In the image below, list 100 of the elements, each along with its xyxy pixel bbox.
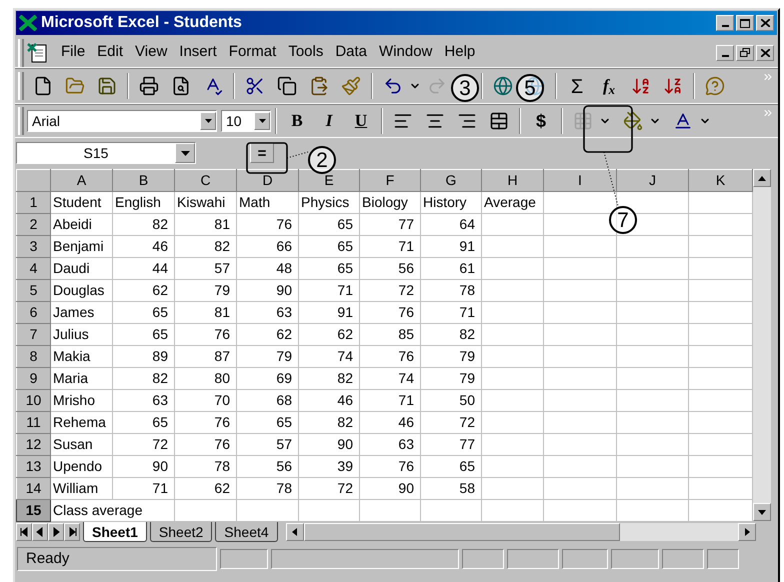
- column-header[interactable]: G: [420, 170, 482, 192]
- scroll-left-button[interactable]: [286, 523, 304, 541]
- menu-item[interactable]: Tools: [282, 41, 330, 64]
- row-header[interactable]: 3: [16, 236, 50, 258]
- tab-scroll-button[interactable]: [32, 523, 48, 541]
- table-cell: Maria: [53, 370, 88, 386]
- table-cell: 77: [398, 216, 414, 232]
- currency-button[interactable]: $: [525, 107, 557, 135]
- column-header[interactable]: K: [688, 170, 752, 192]
- column-header[interactable]: I: [544, 170, 616, 192]
- window-title: Microsoft Excel - Students: [41, 13, 243, 33]
- toolbar-grip[interactable]: [18, 72, 24, 100]
- row-header[interactable]: 2: [16, 214, 50, 236]
- row-header[interactable]: 14: [16, 478, 50, 500]
- close-icon: [760, 19, 770, 27]
- column-header[interactable]: F: [360, 170, 420, 192]
- status-panel: [707, 549, 739, 569]
- scroll-up-button[interactable]: [753, 169, 771, 187]
- row-header[interactable]: 1: [16, 192, 50, 214]
- row-header[interactable]: 8: [16, 346, 50, 368]
- name-box[interactable]: S15: [16, 142, 196, 164]
- table-cell: 91: [459, 238, 475, 254]
- maximize-icon: [740, 18, 750, 28]
- column-header[interactable]: D: [236, 170, 298, 192]
- function-button[interactable]: f$_{x}$: [593, 72, 625, 100]
- tab-scroll-button[interactable]: [64, 523, 80, 541]
- table-cell: 62: [152, 282, 168, 298]
- table-cell: 58: [459, 480, 475, 496]
- menu-item[interactable]: File: [55, 41, 92, 64]
- menu-item[interactable]: Edit: [91, 41, 130, 64]
- row-header[interactable]: 15: [16, 500, 50, 522]
- minimize-button[interactable]: [716, 15, 734, 31]
- table-cell: 72: [459, 414, 475, 430]
- table-cell: 69: [276, 370, 292, 386]
- italic-button[interactable]: I: [313, 107, 345, 135]
- menu-item[interactable]: Data: [329, 41, 374, 64]
- restore-icon: [740, 48, 750, 57]
- toolbar-grip[interactable]: [18, 107, 24, 135]
- sheet-tab[interactable]: Sheet4: [215, 522, 278, 542]
- dropdown-button[interactable]: [175, 143, 195, 163]
- toolbar-grip[interactable]: [18, 38, 24, 66]
- menu-item[interactable]: View: [129, 41, 174, 64]
- underline-button[interactable]: U: [345, 107, 377, 135]
- table-cell: English: [115, 194, 161, 210]
- callout-number: 5: [516, 74, 544, 102]
- row-header[interactable]: 7: [16, 324, 50, 346]
- column-header[interactable]: H: [482, 170, 544, 192]
- excel-logo-icon: [19, 15, 37, 31]
- row-header[interactable]: 4: [16, 258, 50, 280]
- table-cell: 80: [214, 370, 230, 386]
- workbook-icon[interactable]: [27, 42, 49, 64]
- autosum-button[interactable]: Σ: [561, 72, 593, 100]
- status-panel: [220, 549, 268, 569]
- menu-item[interactable]: Window: [373, 41, 438, 64]
- table-cell: 62: [276, 326, 292, 342]
- close-button[interactable]: [756, 15, 774, 31]
- equals-button[interactable]: =: [250, 143, 274, 163]
- scroll-down-button[interactable]: [753, 503, 771, 521]
- row-header[interactable]: 13: [16, 456, 50, 478]
- table-cell: 39: [337, 458, 353, 474]
- bold-button[interactable]: B: [281, 107, 313, 135]
- dropdown-button[interactable]: [254, 112, 270, 130]
- tab-arrow-icon: [18, 526, 30, 538]
- table-cell: Class average: [53, 502, 142, 518]
- row-header[interactable]: 12: [16, 434, 50, 456]
- dropdown-button[interactable]: [200, 112, 216, 130]
- column-header[interactable]: E: [298, 170, 360, 192]
- row-header[interactable]: 10: [16, 390, 50, 412]
- column-header[interactable]: B: [112, 170, 174, 192]
- scroll-right-button[interactable]: [738, 523, 756, 541]
- column-header[interactable]: C: [174, 170, 236, 192]
- row-header[interactable]: 9: [16, 368, 50, 390]
- close-button[interactable]: [756, 44, 774, 60]
- select-all-corner[interactable]: [16, 170, 50, 192]
- tab-scroll-button[interactable]: [48, 523, 64, 541]
- table-cell: Kiswahi: [177, 194, 226, 210]
- menu-item[interactable]: Format: [222, 41, 282, 64]
- vertical-scrollbar[interactable]: [753, 169, 771, 521]
- minimize-button[interactable]: [716, 44, 734, 60]
- sheet-tab[interactable]: Sheet2: [150, 522, 212, 542]
- callout-number: 3: [451, 74, 479, 102]
- horizontal-scrollbar[interactable]: [286, 523, 756, 541]
- table-cell: 74: [398, 370, 414, 386]
- scroll-thumb[interactable]: [304, 523, 620, 541]
- row-header[interactable]: 5: [16, 280, 50, 302]
- column-header[interactable]: J: [616, 170, 688, 192]
- table-cell: 76: [214, 326, 230, 342]
- row-header[interactable]: 6: [16, 302, 50, 324]
- row-header[interactable]: 11: [16, 412, 50, 434]
- sheet-tab[interactable]: Sheet1: [83, 522, 147, 542]
- font-size-field[interactable]: 10: [221, 110, 271, 132]
- menu-item[interactable]: Help: [438, 41, 482, 64]
- restore-button[interactable]: [736, 44, 754, 60]
- tab-scroll-button[interactable]: [16, 523, 32, 541]
- menu-item[interactable]: Insert: [173, 41, 223, 64]
- column-header[interactable]: A: [50, 170, 112, 192]
- font-field[interactable]: Arial: [27, 110, 217, 132]
- table-cell: 78: [276, 480, 292, 496]
- maximize-button[interactable]: [736, 15, 754, 31]
- table-cell: Abeidi: [53, 216, 92, 232]
